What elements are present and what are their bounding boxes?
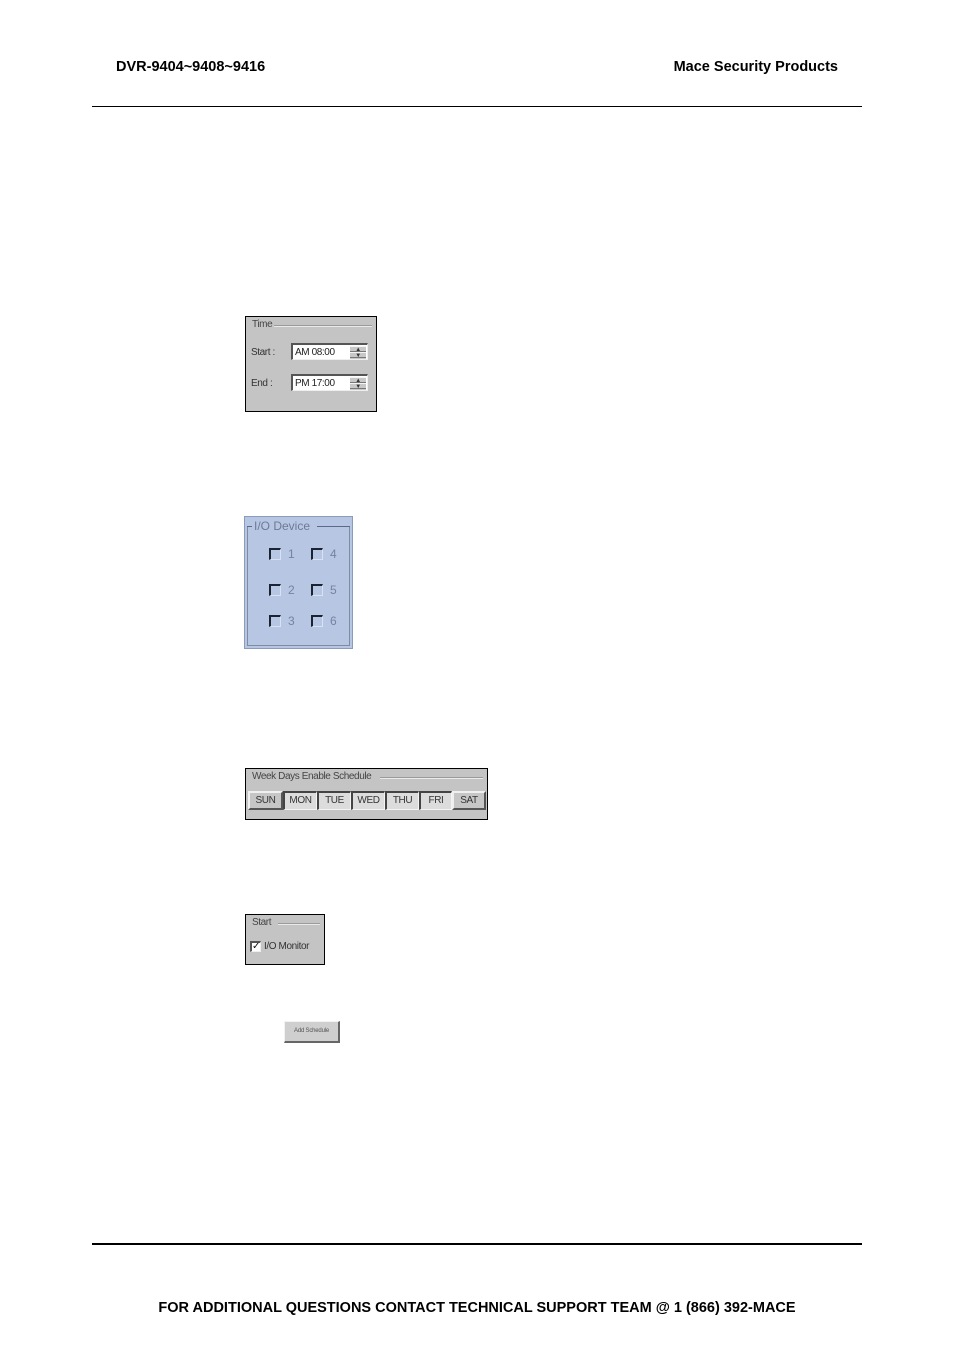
io-device-checkbox-2[interactable]: 2: [269, 583, 295, 597]
checkbox-icon[interactable]: [311, 584, 323, 596]
checkbox-icon[interactable]: [269, 548, 281, 560]
day-toggle-sun[interactable]: SUN: [248, 791, 283, 810]
document-model-header: DVR-9404~9408~9416: [116, 59, 266, 75]
io-device-label: 6: [330, 614, 337, 628]
io-monitor-label: I/O Monitor: [264, 941, 310, 952]
day-toggle-sat[interactable]: SAT: [452, 791, 486, 810]
end-time-label: End :: [251, 378, 273, 389]
group-frame-edge: [317, 526, 350, 527]
document-company-header: Mace Security Products: [673, 59, 838, 75]
time-group: Time Start : AM 08:00 ▲ ▼ End : PM 17:00…: [245, 316, 377, 412]
day-toggle-tue[interactable]: TUE: [317, 791, 351, 810]
week-day-toggle-row: SUN MON TUE WED THU FRI SAT: [248, 791, 486, 810]
start-group-title: Start: [252, 917, 272, 928]
io-device-checkbox-3[interactable]: 3: [269, 614, 295, 628]
week-days-title: Week Days Enable Schedule: [252, 771, 372, 782]
end-time-field[interactable]: PM 17:00 ▲ ▼: [291, 374, 368, 391]
io-device-group: I/O Device 1 2 3 4 5 6: [244, 516, 353, 649]
day-toggle-thu[interactable]: THU: [385, 791, 419, 810]
header-divider: [92, 106, 862, 107]
day-toggle-mon[interactable]: MON: [283, 791, 317, 810]
io-monitor-checkbox[interactable]: ✓: [250, 941, 261, 952]
group-divider: [380, 777, 483, 779]
footer-divider: [92, 1243, 862, 1245]
checkbox-icon[interactable]: [311, 615, 323, 627]
checkbox-icon[interactable]: [269, 615, 281, 627]
support-contact-footer: FOR ADDITIONAL QUESTIONS CONTACT TECHNIC…: [158, 1300, 796, 1316]
week-days-group: Week Days Enable Schedule SUN MON TUE WE…: [245, 768, 488, 820]
io-device-label: 1: [288, 547, 295, 561]
io-device-checkbox-5[interactable]: 5: [311, 583, 337, 597]
spin-down-icon[interactable]: ▼: [350, 383, 366, 390]
checkbox-icon[interactable]: [269, 584, 281, 596]
group-frame-edge: [247, 526, 252, 527]
spin-down-icon[interactable]: ▼: [350, 352, 366, 359]
day-toggle-wed[interactable]: WED: [351, 791, 385, 810]
io-device-label: 3: [288, 614, 295, 628]
io-device-title: I/O Device: [253, 519, 312, 533]
checkbox-icon[interactable]: [311, 548, 323, 560]
start-time-label: Start :: [251, 347, 275, 358]
end-time-spinner[interactable]: ▲ ▼: [350, 377, 366, 390]
start-time-spinner[interactable]: ▲ ▼: [350, 346, 366, 359]
io-device-checkbox-1[interactable]: 1: [269, 547, 295, 561]
start-time-value: AM 08:00: [295, 347, 335, 358]
day-toggle-fri[interactable]: FRI: [419, 791, 452, 810]
start-group: Start ✓ I/O Monitor: [245, 914, 325, 965]
start-time-field[interactable]: AM 08:00 ▲ ▼: [291, 343, 368, 360]
io-device-checkbox-4[interactable]: 4: [311, 547, 337, 561]
io-device-checkbox-6[interactable]: 6: [311, 614, 337, 628]
io-device-label: 4: [330, 547, 337, 561]
io-device-label: 2: [288, 583, 295, 597]
add-schedule-button[interactable]: Add Schedule: [284, 1021, 340, 1043]
group-divider: [278, 923, 320, 925]
time-group-title: Time: [252, 319, 273, 330]
end-time-value: PM 17:00: [295, 378, 335, 389]
io-device-label: 5: [330, 583, 337, 597]
group-divider: [274, 325, 372, 327]
